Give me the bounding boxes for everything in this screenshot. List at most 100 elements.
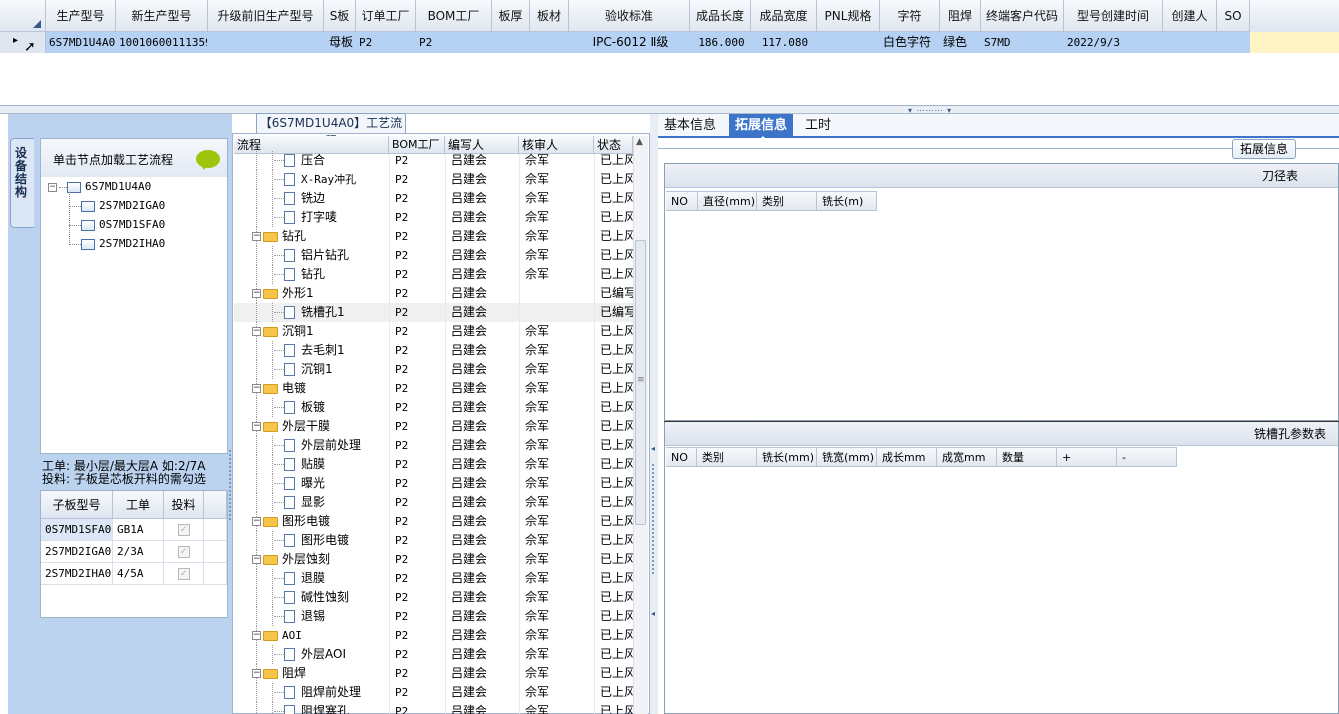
flow-row[interactable]: X-Ray冲孔 P2 吕建会 佘军 已上风 (234, 170, 633, 189)
col-old-model-cell[interactable] (209, 32, 323, 53)
tab-work-hours[interactable]: 工时 (799, 114, 837, 138)
feed-checkbox[interactable]: ✓ (177, 568, 190, 580)
scroll-up-icon[interactable]: ▲ (636, 137, 643, 147)
col-soldermask-header[interactable]: 阻焊 (940, 0, 981, 32)
slot-col-header[interactable]: 成宽mm (937, 447, 997, 467)
col-s-board-cell[interactable]: 母板 (325, 32, 355, 53)
flow-row[interactable]: 钻孔 P2 吕建会 佘军 已上风 (234, 265, 633, 284)
tab-device-structure[interactable]: 设备结构 (10, 138, 34, 228)
col-thickness-header[interactable]: 板厚 (492, 0, 530, 32)
col-acceptance-cell[interactable]: IPC-6012 Ⅱ级 (570, 32, 689, 53)
collapse-icon[interactable]: − (252, 517, 261, 526)
flow-scrollbar-thumb[interactable]: ≡ (635, 240, 646, 525)
col-length-header[interactable]: 成品长度 (690, 0, 751, 32)
flow-row[interactable]: − 钻孔 P2 吕建会 佘军 已上风 (234, 227, 633, 246)
cutter-col-header[interactable]: 直径(mm) (698, 191, 757, 211)
flow-row[interactable]: 退膜 P2 吕建会 佘军 已上风 (234, 569, 633, 588)
collapse-icon[interactable]: − (252, 669, 261, 678)
collapse-icon[interactable]: − (252, 327, 261, 336)
row-header-corner[interactable] (0, 0, 46, 32)
col-acceptance-header[interactable]: 验收标准 (569, 0, 690, 32)
tab-basic-info[interactable]: 基本信息 (658, 114, 722, 138)
workorder-cell[interactable]: 4/5A (113, 563, 164, 585)
collapse-icon[interactable]: − (252, 289, 261, 298)
flow-row[interactable]: − AOI P2 吕建会 佘军 已上风 (234, 626, 633, 645)
sub-board-model-cell[interactable]: 2S7MD2IGA0 (41, 541, 113, 563)
col-create-time-cell[interactable]: 2022/9/3 (1065, 32, 1162, 53)
flow-row[interactable]: − 外形1 P2 吕建会 已编写 (234, 284, 633, 303)
slot-col-header[interactable]: 数量 (997, 447, 1057, 467)
workorder-cell[interactable]: 2/3A (113, 541, 164, 563)
slot-col-header[interactable]: NO (666, 447, 697, 467)
sub-board-model-cell[interactable]: 2S7MD2IHA0 (41, 563, 113, 585)
flow-row[interactable]: 去毛刺1 P2 吕建会 佘军 已上风 (234, 341, 633, 360)
flow-row[interactable]: − 外层蚀刻 P2 吕建会 佘军 已上风 (234, 550, 633, 569)
tree-node-child[interactable]: 2S7MD2IHA0 (69, 237, 165, 250)
col-creator-cell[interactable] (1164, 32, 1216, 53)
feed-cell[interactable]: ✓ (164, 563, 204, 585)
cutter-col-header[interactable]: NO (666, 191, 698, 211)
col-creator-header[interactable]: 创建人 (1163, 0, 1217, 32)
col-pnl-header[interactable]: PNL规格 (817, 0, 880, 32)
feed-checkbox[interactable]: ✓ (177, 524, 190, 536)
flow-row[interactable]: 板镀 P2 吕建会 佘军 已上风 (234, 398, 633, 417)
col-customer-code-header[interactable]: 终端客户代码 (981, 0, 1064, 32)
slot-col-header[interactable]: - (1117, 447, 1177, 467)
col-product-model-header[interactable]: 生产型号 (46, 0, 116, 32)
flow-row[interactable]: 铣槽孔1 P2 吕建会 已编写 (234, 303, 633, 322)
slot-col-header[interactable]: + (1057, 447, 1117, 467)
flow-row[interactable]: 曝光 P2 吕建会 佘军 已上风 (234, 474, 633, 493)
tree-node-root[interactable]: − 6S7MD1U4A0 (48, 180, 151, 193)
flow-row[interactable]: − 阻焊 P2 吕建会 佘军 已上风 (234, 664, 633, 683)
cutter-col-header[interactable]: 铣长(m) (817, 191, 877, 211)
col-order-factory-header[interactable]: 订单工厂 (356, 0, 416, 32)
col-material-header[interactable]: 板材 (530, 0, 569, 32)
col-legend-cell[interactable]: 白色字符 (881, 32, 939, 53)
col-width-header[interactable]: 成品宽度 (751, 0, 817, 32)
flow-row[interactable]: 沉铜1 P2 吕建会 佘军 已上风 (234, 360, 633, 379)
flow-row[interactable]: 显影 P2 吕建会 佘军 已上风 (234, 493, 633, 512)
flow-row[interactable]: − 电镀 P2 吕建会 佘军 已上风 (234, 379, 633, 398)
col-so-cell[interactable] (1218, 32, 1249, 53)
flow-row[interactable]: 外层前处理 P2 吕建会 佘军 已上风 (234, 436, 633, 455)
collapse-icon[interactable]: − (252, 232, 261, 241)
feed-cell[interactable]: ✓ (164, 541, 204, 563)
col-width-cell[interactable]: 117.080 (752, 32, 816, 53)
col-order-factory-cell[interactable]: P2 (357, 32, 415, 53)
row-indicator-cell[interactable]: ▸ ➚ (0, 32, 46, 54)
flow-row[interactable]: − 沉铜1 P2 吕建会 佘军 已上风 (234, 322, 633, 341)
flow-row[interactable]: − 外层干膜 P2 吕建会 佘军 已上风 (234, 417, 633, 436)
col-soldermask-cell[interactable]: 绿色 (941, 32, 980, 53)
col-pnl-cell[interactable] (818, 32, 879, 53)
sub-board-model-cell[interactable]: 0S7MD1SFA0 (41, 519, 113, 541)
slot-col-header[interactable]: 类别 (697, 447, 757, 467)
col-bom-factory-cell[interactable]: P2 (417, 32, 491, 53)
col-s-board-header[interactable]: S板 (324, 0, 356, 32)
horizontal-splitter[interactable]: ▾ ⋯⋯⋯ ▾ (0, 106, 1339, 115)
flow-row[interactable]: − 图形电镀 P2 吕建会 佘军 已上风 (234, 512, 633, 531)
vertical-splitter[interactable]: ◂ ◂ (650, 114, 658, 714)
cutter-col-header[interactable]: 类别 (757, 191, 817, 211)
col-so-header[interactable]: SO (1217, 0, 1250, 32)
flow-row[interactable]: 退锡 P2 吕建会 佘军 已上风 (234, 607, 633, 626)
feed-cell[interactable]: ✓ (164, 519, 204, 541)
col-product-model-cell[interactable]: 6S7MD1U4A0 (47, 32, 115, 53)
flow-row[interactable]: 压合 P2 吕建会 佘军 已上风 (234, 151, 633, 170)
slot-col-header[interactable]: 铣宽(mm) (817, 447, 877, 467)
extended-info-button[interactable]: 拓展信息 (1232, 139, 1296, 159)
col-material-cell[interactable] (531, 32, 568, 53)
workorder-cell[interactable]: GB1A (113, 519, 164, 541)
collapse-icon[interactable]: − (252, 422, 261, 431)
col-create-time-header[interactable]: 型号创建时间 (1064, 0, 1163, 32)
flow-row[interactable]: 碱性蚀刻 P2 吕建会 佘军 已上风 (234, 588, 633, 607)
col-header[interactable]: 投料 (164, 491, 204, 519)
col-customer-code-cell[interactable]: S7MD (982, 32, 1063, 53)
col-header[interactable]: 子板型号 (41, 491, 113, 519)
flow-row[interactable]: 外层AOI P2 吕建会 佘军 已上风 (234, 645, 633, 664)
col-thickness-cell[interactable] (493, 32, 529, 53)
col-old-model-header[interactable]: 升级前旧生产型号 (208, 0, 324, 32)
tab-extended-info[interactable]: 拓展信息 (729, 114, 794, 138)
flow-row[interactable]: 图形电镀 P2 吕建会 佘军 已上风 (234, 531, 633, 550)
col-new-model-cell[interactable]: 10010600111359 (117, 32, 207, 53)
flow-row[interactable]: 贴膜 P2 吕建会 佘军 已上风 (234, 455, 633, 474)
